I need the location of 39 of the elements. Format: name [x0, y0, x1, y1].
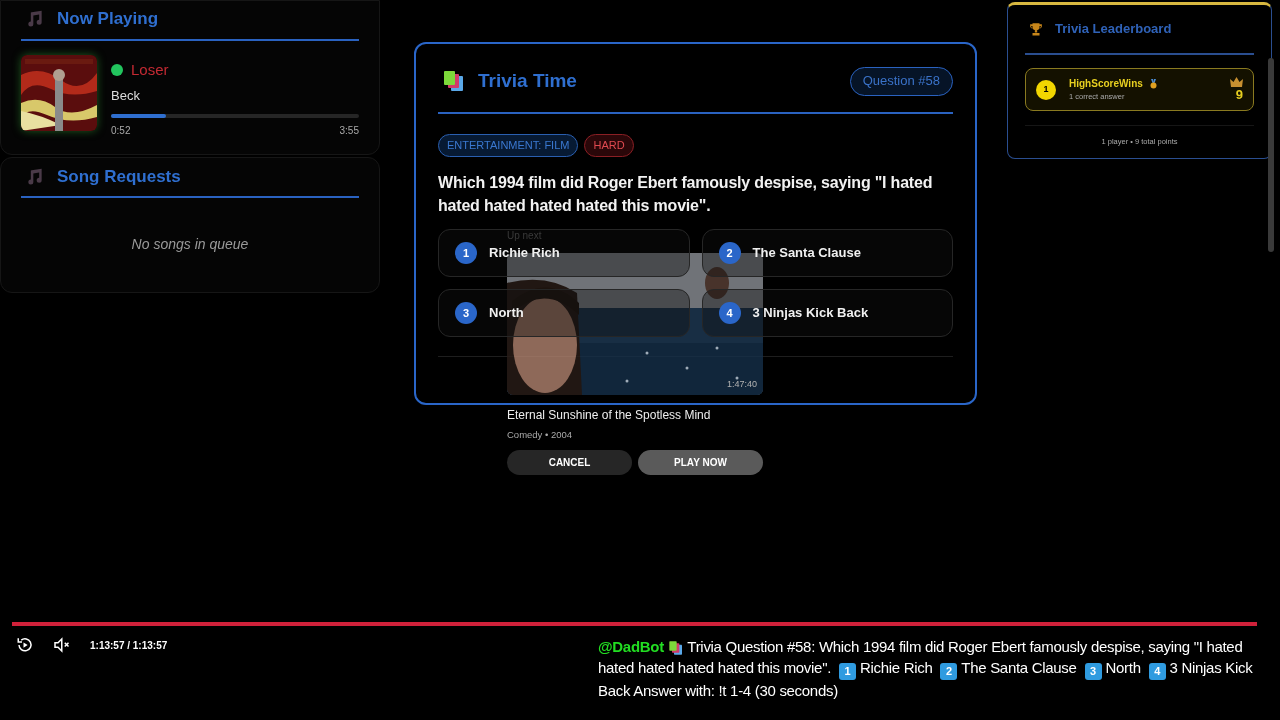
panel-title: Now Playing — [57, 8, 159, 31]
crown-icon — [1230, 77, 1243, 87]
playback-time: 1:13:57 / 1:13:57 — [90, 638, 168, 653]
player-name: HighScoreWins — [1069, 77, 1143, 92]
keycap-number: 3 — [1084, 663, 1102, 680]
music-note-icon — [25, 9, 45, 29]
elapsed-time: 0:52 — [111, 124, 131, 138]
tag: HARD — [584, 134, 634, 157]
books-icon — [667, 640, 684, 657]
dialog-button[interactable]: PLAY NOW — [638, 450, 763, 476]
books-icon — [442, 69, 466, 93]
duration-time: 3:55 — [339, 124, 359, 138]
leaderboard-title: Trivia Leaderboard — [1055, 20, 1172, 39]
player-points: 9 — [1235, 87, 1243, 102]
question-text: Which 1994 film did Roger Ebert famously despise, saying "I hated hated hated hated hated this movie". — [438, 173, 934, 216]
tag: ENTERTAINMENT: FILM — [438, 134, 579, 157]
track-title: Loser — [131, 60, 169, 80]
answer-number: 3 — [455, 302, 477, 324]
artist-name: Beck — [111, 86, 141, 105]
question-number-badge: Question #58 — [849, 66, 953, 96]
keycap-number: 2 — [940, 663, 958, 680]
music-note-icon — [25, 167, 45, 187]
video-title: Eternal Sunshine of the Spotless Mind — [507, 407, 712, 424]
answer-number: 1 — [455, 242, 477, 264]
answer-option[interactable]: 3 North — [438, 289, 690, 337]
panel-title: Song Requests — [57, 166, 181, 189]
rank-badge: 1 — [1036, 79, 1056, 100]
empty-message: No songs in queue — [131, 235, 249, 254]
keycap-number: 1 — [838, 663, 856, 680]
medal-icon — [1148, 78, 1158, 89]
video-duration: 1:47:40 — [726, 377, 757, 391]
answer-number: 2 — [718, 242, 741, 264]
trivia-title: Trivia Time — [478, 68, 577, 93]
keycap-number: 4 — [1148, 663, 1166, 680]
video-meta: Comedy • 2004 — [507, 428, 574, 442]
chat-message: @DadBot Trivia Question #58: Which 1994 film did Roger Ebert famously despise, saying "I hated hated hated hated hated this movie". 1 Richie Rich 2 The Santa Clause 3 North 4 3 Ninjas Kick Back Answer with: !t 1-4 (30 seconds) — [598, 637, 1254, 701]
replay-icon — [16, 636, 34, 654]
trophy-icon — [1029, 22, 1043, 36]
dialog-button[interactable]: CANCEL — [507, 450, 632, 476]
